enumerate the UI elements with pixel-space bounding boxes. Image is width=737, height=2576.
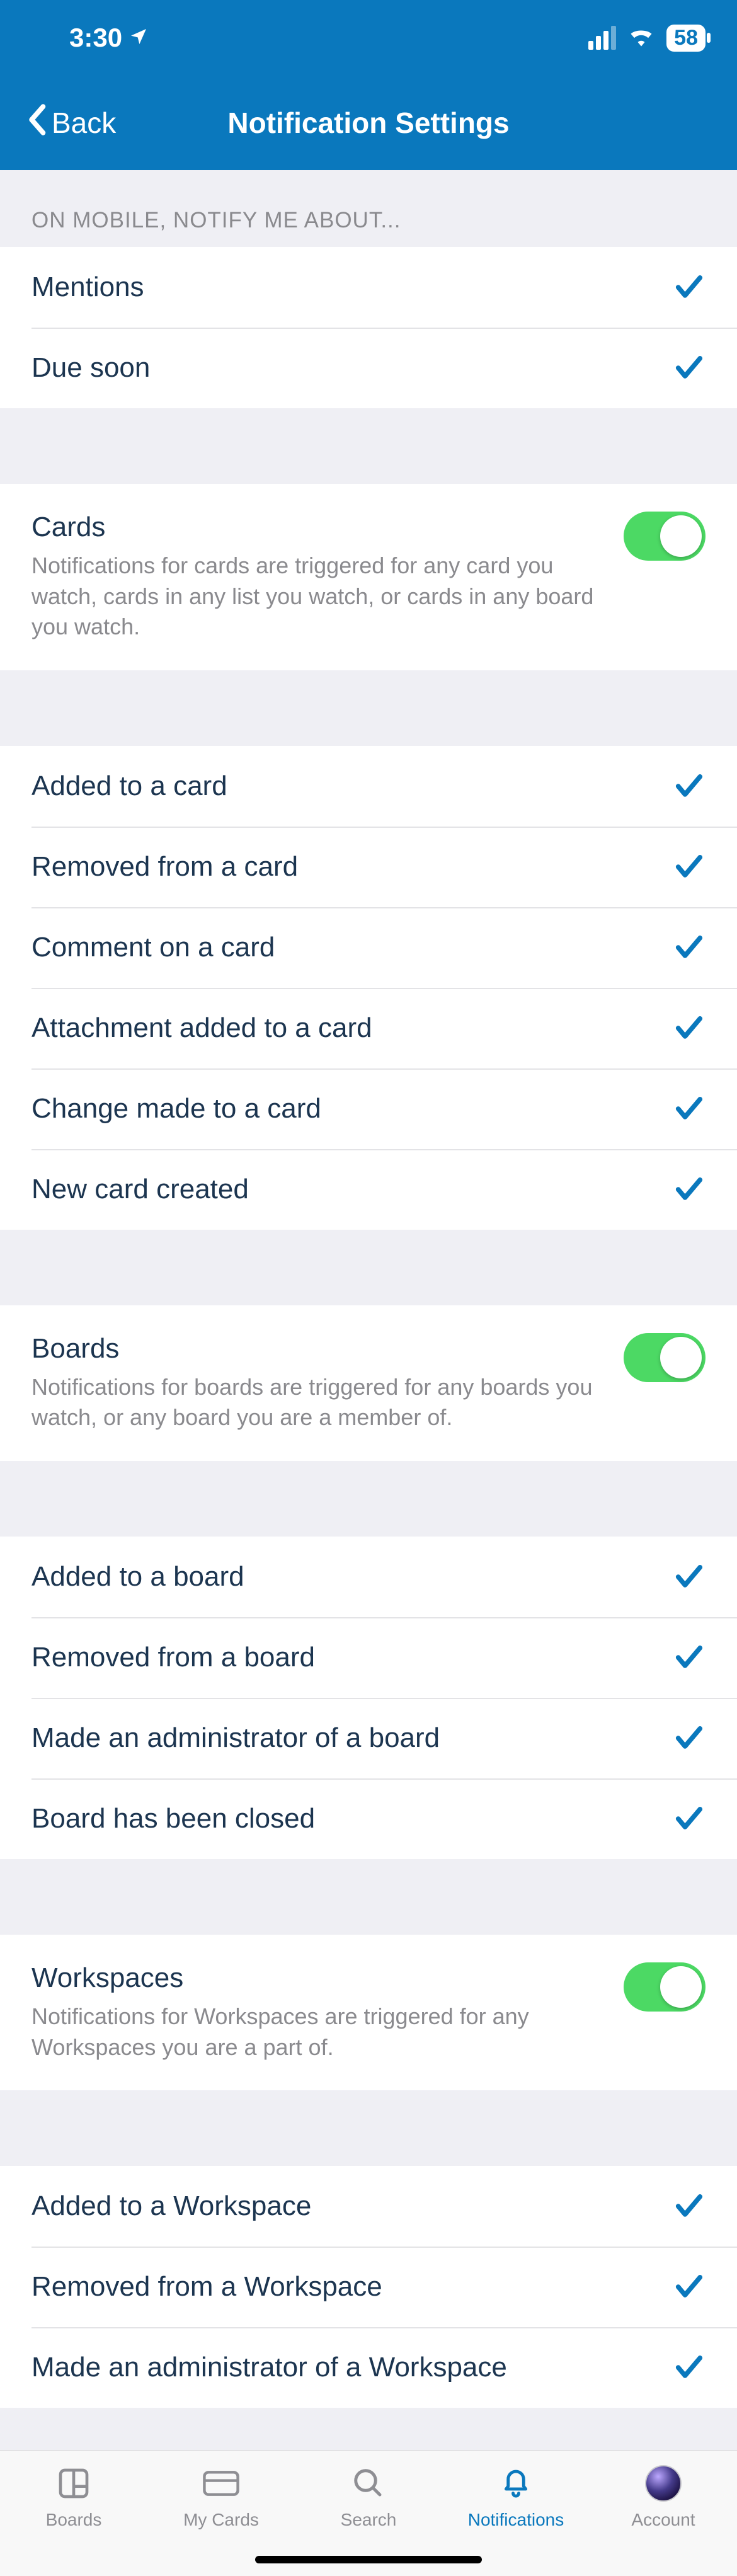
tab-label: Boards [46,2510,102,2530]
check-icon [673,1012,706,1045]
row-desc: Notifications for boards are triggered f… [31,1372,605,1433]
toggle-cards[interactable] [624,512,706,561]
avatar [645,2465,682,2502]
group-cards-head: Cards Notifications for cards are trigge… [0,484,737,670]
row-label: Removed from a board [31,1642,315,1673]
row-new-card[interactable]: New card created [0,1149,737,1230]
tab-label: Notifications [468,2510,564,2530]
row-admin-of-workspace[interactable]: Made an administrator of a Workspace [0,2327,737,2408]
status-time: 3:30 [69,23,122,53]
row-due-soon[interactable]: Due soon [0,328,737,408]
check-icon [673,1641,706,1674]
row-board-closed[interactable]: Board has been closed [0,1778,737,1859]
group-workspaces-head: Workspaces Notifications for Workspaces … [0,1935,737,2090]
check-icon [673,271,706,304]
row-added-to-board[interactable]: Added to a board [0,1537,737,1617]
check-icon [673,1722,706,1755]
content: ON MOBILE, NOTIFY ME ABOUT... Mentions D… [0,170,737,2450]
tab-search[interactable]: Search [295,2463,442,2530]
row-label: Attachment added to a card [31,1012,372,1044]
group-boards-head: Boards Notifications for boards are trig… [0,1305,737,1461]
row-boards-toggle[interactable]: Boards Notifications for boards are trig… [0,1305,737,1461]
page-title: Notification Settings [227,106,509,140]
group-workspaces-items: Added to a Workspace Removed from a Work… [0,2166,737,2408]
check-icon [673,352,706,384]
row-title: Cards [31,512,605,543]
row-label: Removed from a Workspace [31,2271,382,2303]
row-title: Boards [31,1333,605,1365]
row-label: Added to a card [31,770,227,802]
toggle-boards[interactable] [624,1333,706,1382]
row-label: Made an administrator of a Workspace [31,2352,507,2383]
row-removed-from-board[interactable]: Removed from a board [0,1617,737,1698]
check-icon [673,931,706,964]
group-boards-items: Added to a board Removed from a board Ma… [0,1537,737,1859]
check-icon [673,770,706,803]
row-removed-from-card[interactable]: Removed from a card [0,827,737,907]
row-label: Due soon [31,352,150,384]
row-removed-from-workspace[interactable]: Removed from a Workspace [0,2247,737,2327]
location-arrow-icon [129,23,149,53]
section-header-on-mobile: ON MOBILE, NOTIFY ME ABOUT... [0,170,737,247]
tab-mycards[interactable]: My Cards [147,2463,295,2530]
tab-account[interactable]: Account [590,2463,737,2530]
row-added-to-card[interactable]: Added to a card [0,746,737,827]
group-top: Mentions Due soon [0,247,737,408]
row-cards-toggle[interactable]: Cards Notifications for cards are trigge… [0,484,737,670]
toggle-workspaces[interactable] [624,1962,706,2012]
row-label: Mentions [31,272,144,303]
back-button[interactable]: Back [25,103,116,143]
tab-notifications[interactable]: Notifications [442,2463,590,2530]
nav-bar: Back Notification Settings [0,76,737,170]
mycards-icon [201,2463,241,2504]
avatar-icon [643,2463,683,2504]
wifi-icon [627,23,655,53]
boards-icon [54,2463,94,2504]
row-label: Added to a Workspace [31,2190,311,2222]
row-attachment-added[interactable]: Attachment added to a card [0,988,737,1068]
tab-label: Search [341,2510,397,2530]
tab-label: Account [631,2510,695,2530]
battery-level: 58 [666,25,706,52]
check-icon [673,1802,706,1835]
chevron-left-icon [25,103,48,143]
check-icon [673,2351,706,2384]
status-bar: 3:30 58 [0,0,737,76]
check-icon [673,850,706,883]
check-icon [673,1560,706,1593]
group-cards-items: Added to a card Removed from a card Comm… [0,746,737,1230]
row-workspaces-toggle[interactable]: Workspaces Notifications for Workspaces … [0,1935,737,2090]
check-icon [673,2190,706,2223]
row-change-made[interactable]: Change made to a card [0,1068,737,1149]
search-icon [348,2463,389,2504]
tab-label: My Cards [183,2510,259,2530]
check-icon [673,2270,706,2303]
tab-boards[interactable]: Boards [0,2463,147,2530]
row-label: New card created [31,1174,249,1205]
status-time-area: 3:30 [69,23,149,53]
row-label: Made an administrator of a board [31,1722,440,1754]
row-mentions[interactable]: Mentions [0,247,737,328]
row-admin-of-board[interactable]: Made an administrator of a board [0,1698,737,1778]
check-icon [673,1173,706,1206]
home-indicator [255,2556,482,2563]
tab-bar-wrap: Boards My Cards Search Notifications Acc… [0,2450,737,2576]
row-title: Workspaces [31,1962,605,1994]
row-label: Change made to a card [31,1093,321,1125]
row-comment-on-card[interactable]: Comment on a card [0,907,737,988]
row-label: Added to a board [31,1561,244,1593]
back-label: Back [52,106,116,140]
cellular-signal-icon [588,26,616,50]
row-label: Removed from a card [31,851,298,883]
check-icon [673,1092,706,1125]
row-label: Comment on a card [31,932,275,963]
bell-icon [496,2463,536,2504]
row-added-to-workspace[interactable]: Added to a Workspace [0,2166,737,2247]
row-desc: Notifications for cards are triggered fo… [31,551,605,643]
row-label: Board has been closed [31,1803,315,1835]
status-right: 58 [588,23,706,53]
row-desc: Notifications for Workspaces are trigger… [31,2001,605,2063]
